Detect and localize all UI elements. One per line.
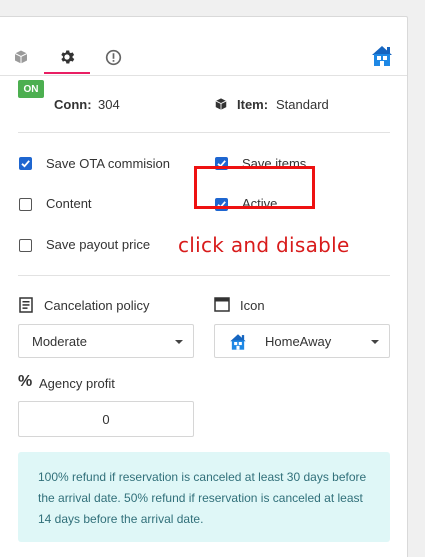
alert-circle-icon bbox=[105, 49, 121, 65]
window-icon bbox=[214, 297, 230, 312]
cancelation-policy-select[interactable]: Moderate bbox=[18, 324, 194, 358]
cancelation-policy-label: Cancelation policy bbox=[44, 298, 150, 313]
save-payout-checkbox[interactable] bbox=[19, 239, 32, 252]
agency-profit-input[interactable] bbox=[18, 401, 194, 437]
percent-icon: % bbox=[18, 373, 33, 390]
tab-settings[interactable] bbox=[54, 44, 80, 70]
save-ota-label: Save OTA commision bbox=[46, 156, 171, 171]
annotation-text: click and disable bbox=[178, 233, 350, 257]
homeaway-house-icon bbox=[230, 334, 246, 350]
tab-box[interactable] bbox=[8, 44, 34, 70]
connection-label: Conn: bbox=[54, 97, 92, 112]
content-checkbox[interactable] bbox=[19, 198, 32, 211]
item-label: Item: bbox=[237, 97, 269, 112]
save-payout-label: Save payout price bbox=[46, 237, 151, 252]
divider bbox=[18, 132, 390, 133]
content-label: Content bbox=[46, 196, 92, 211]
agency-profit-label: Agency profit bbox=[39, 376, 115, 391]
caret-down-icon bbox=[175, 340, 183, 344]
cancelation-policy-value: Moderate bbox=[32, 334, 87, 349]
connection-value: 304 bbox=[98, 97, 120, 112]
homeaway-house-icon bbox=[369, 43, 395, 69]
save-ota-checkbox[interactable] bbox=[19, 157, 32, 170]
cube-icon bbox=[215, 98, 227, 110]
connection-status-badge: ON bbox=[18, 80, 44, 98]
tab-bar bbox=[0, 17, 407, 76]
cancelation-policy-info: 100% refund if reservation is canceled a… bbox=[18, 452, 390, 542]
item-value: Standard bbox=[276, 97, 329, 112]
annotation-highlight-box bbox=[194, 166, 315, 209]
caret-down-icon bbox=[371, 340, 379, 344]
tab-alerts[interactable] bbox=[100, 44, 126, 70]
document-icon bbox=[19, 297, 33, 313]
divider bbox=[18, 275, 390, 276]
box-icon bbox=[14, 50, 28, 64]
gear-icon bbox=[61, 50, 75, 64]
active-tab-indicator bbox=[44, 72, 90, 74]
icon-label: Icon bbox=[240, 298, 265, 313]
icon-select[interactable]: HomeAway bbox=[214, 324, 390, 358]
icon-select-value: HomeAway bbox=[265, 334, 332, 349]
